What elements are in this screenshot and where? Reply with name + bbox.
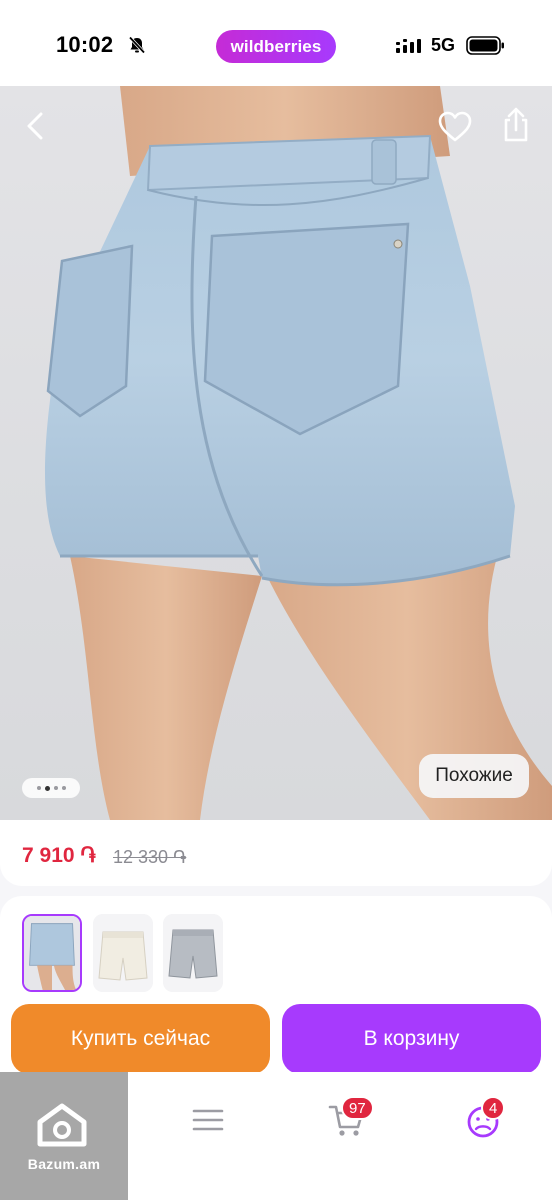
- bottom-navigation: Bazum.am 97 4: [0, 1072, 552, 1200]
- watermark-text: Bazum.am: [27, 1156, 101, 1172]
- current-price: 7 910 ֏: [22, 844, 96, 867]
- variant-thumbnail-white[interactable]: [93, 914, 153, 992]
- old-price: 12 330 ֏: [113, 847, 187, 867]
- bell-muted-icon: [128, 36, 146, 54]
- gallery-pagination: [22, 778, 80, 798]
- battery-icon: [466, 36, 504, 55]
- menu-icon[interactable]: [191, 1106, 225, 1134]
- product-page: 10:02 wildberries 5G Похожие 7 910 ֏ 12 …: [0, 0, 552, 1200]
- pagination-dot: [53, 786, 58, 790]
- purchase-actions: Купить сейчас В корзину: [0, 994, 552, 1076]
- brand-logo: wildberries: [216, 30, 336, 63]
- signal-icon: [396, 39, 421, 53]
- cart-count-badge: 97: [341, 1096, 374, 1120]
- price-block: 7 910 ֏ 12 330 ֏: [0, 820, 552, 886]
- buy-now-button[interactable]: Купить сейчас: [11, 1004, 270, 1074]
- heart-icon[interactable]: [437, 110, 473, 144]
- profile-notification-badge: 4: [481, 1096, 506, 1120]
- share-icon[interactable]: [500, 106, 532, 144]
- network-type: 5G: [431, 35, 456, 55]
- back-arrow-icon[interactable]: [20, 108, 52, 144]
- variant-thumbnail-grey[interactable]: [163, 914, 223, 992]
- watermark-logo-icon: [37, 1103, 87, 1147]
- status-bar: 10:02 wildberries 5G: [0, 0, 552, 86]
- pagination-dot: [61, 786, 66, 790]
- product-photo: [45, 86, 552, 820]
- pagination-dot: [36, 786, 41, 790]
- product-gallery[interactable]: Похожие: [0, 86, 552, 820]
- add-to-cart-button[interactable]: В корзину: [282, 1004, 541, 1074]
- similar-button[interactable]: Похожие: [419, 754, 529, 798]
- pagination-dot-active: [44, 785, 50, 791]
- variant-thumbnail-selected[interactable]: [22, 914, 82, 992]
- status-time: 10:02: [56, 32, 114, 57]
- watermark: Bazum.am: [0, 1072, 128, 1200]
